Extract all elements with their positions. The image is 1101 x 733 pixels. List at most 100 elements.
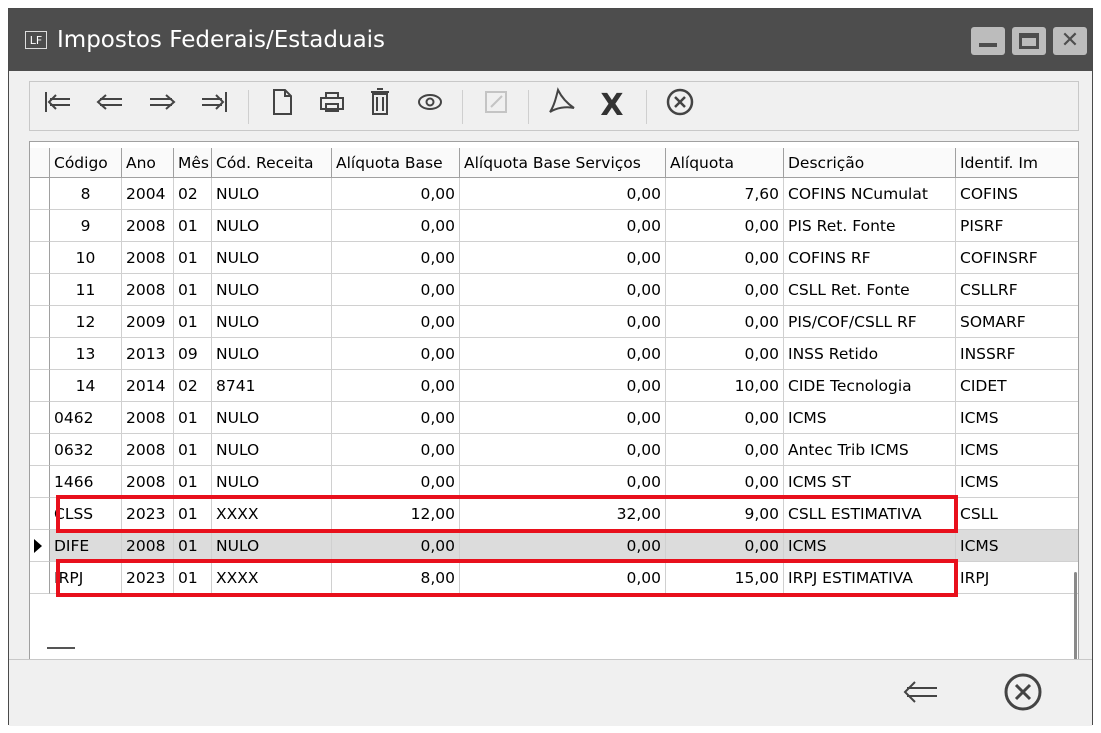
row-indicator[interactable] [30,530,50,562]
row-indicator[interactable] [30,434,50,466]
print-button[interactable] [312,86,352,126]
title-bar[interactable]: LF Impostos Federais/Estaduais ✕ [9,9,1092,71]
edit-button[interactable] [476,86,516,126]
table-cell[interactable]: INSSRF [956,338,1078,370]
row-indicator[interactable] [30,498,50,530]
table-cell[interactable]: PIS/COF/CSLL RF [784,306,956,338]
row-indicator[interactable] [30,402,50,434]
table-cell[interactable]: 0,00 [332,370,460,402]
table-cell[interactable]: 8741 [212,370,332,402]
table-cell[interactable]: 0,00 [666,210,784,242]
table-cell[interactable]: ICMS [784,402,956,434]
new-record-button[interactable] [262,86,302,126]
previous-record-button[interactable] [90,86,130,126]
table-cell[interactable]: 0,00 [332,466,460,498]
table-cell[interactable]: 0,00 [332,402,460,434]
table-row[interactable]: 14 2014 02 8741 0,00 0,00 10,00 CIDE Tecnologia… [30,370,1078,402]
table-row[interactable]: 12 2009 01 NULO 0,00 0,00 0,00 PIS/COF/CSLL RF S… [30,306,1078,338]
table-row[interactable]: 11 2008 01 NULO 0,00 0,00 0,00 CSLL Ret. Fonte C… [30,274,1078,306]
close-form-button[interactable] [999,670,1047,718]
table-cell[interactable]: CIDET [956,370,1078,402]
table-cell[interactable]: ICMS [956,402,1078,434]
table-cell[interactable]: 0,00 [460,530,666,562]
minimize-button[interactable] [971,27,1005,55]
table-cell[interactable]: 0,00 [460,434,666,466]
table-row[interactable]: 8 2004 02 NULO 0,00 0,00 7,60 COFINS NCumulat CO… [30,178,1078,210]
table-row[interactable]: 0632 2008 01 NULO 0,00 0,00 0,00 Antec Trib ICM… [30,434,1078,466]
row-indicator[interactable] [30,306,50,338]
table-cell[interactable]: 01 [174,274,212,306]
table-cell[interactable]: NULO [212,530,332,562]
table-cell[interactable]: 11 [50,274,122,306]
table-cell[interactable]: NULO [212,274,332,306]
table-cell[interactable]: 0,00 [460,338,666,370]
table-cell[interactable]: DIFE [50,530,122,562]
table-cell[interactable]: 01 [174,210,212,242]
table-cell[interactable]: 0,00 [332,306,460,338]
row-indicator[interactable] [30,178,50,210]
table-cell[interactable]: 0,00 [332,338,460,370]
table-cell[interactable]: NULO [212,210,332,242]
table-cell[interactable]: 2008 [122,530,174,562]
last-record-button[interactable] [194,86,234,126]
column-header[interactable]: Alíquota Base Serviços [460,148,666,178]
table-cell[interactable]: NULO [212,178,332,210]
table-cell[interactable]: ICMS [956,466,1078,498]
export-pdf-button[interactable] [542,86,582,126]
cancel-button[interactable] [660,86,700,126]
table-cell[interactable]: 0,00 [332,242,460,274]
maximize-button[interactable] [1012,27,1046,55]
table-cell[interactable]: SOMARF [956,306,1078,338]
table-cell[interactable]: 13 [50,338,122,370]
table-cell[interactable]: 0462 [50,402,122,434]
table-cell[interactable]: INSS Retido [784,338,956,370]
table-cell[interactable]: 01 [174,434,212,466]
first-record-button[interactable] [38,86,78,126]
row-indicator[interactable] [30,370,50,402]
table-cell[interactable]: 9 [50,210,122,242]
table-cell[interactable]: 2008 [122,242,174,274]
table-cell[interactable]: 10,00 [666,370,784,402]
table-cell[interactable]: 0,00 [460,306,666,338]
table-cell[interactable]: PIS Ret. Fonte [784,210,956,242]
table-cell[interactable]: CIDE Tecnologia [784,370,956,402]
table-cell[interactable]: 0,00 [460,210,666,242]
table-cell[interactable]: 2004 [122,178,174,210]
table-cell[interactable]: 0,00 [332,274,460,306]
table-cell[interactable]: 0,00 [666,530,784,562]
table-row[interactable]: 0462 2008 01 NULO 0,00 0,00 0,00 ICMS ICMS [30,402,1078,434]
column-header[interactable]: Descrição [784,148,956,178]
table-cell[interactable]: 0,00 [666,242,784,274]
column-header[interactable]: Alíquota [666,148,784,178]
table-cell[interactable]: 2009 [122,306,174,338]
row-indicator[interactable] [30,562,50,594]
column-header[interactable]: Código [50,148,122,178]
table-cell[interactable]: 10 [50,242,122,274]
table-cell[interactable]: 0,00 [332,434,460,466]
table-cell[interactable]: 0,00 [666,402,784,434]
table-cell[interactable]: 0,00 [666,306,784,338]
table-cell[interactable]: CSLLRF [956,274,1078,306]
table-cell[interactable]: 0,00 [666,466,784,498]
table-cell[interactable]: 01 [174,466,212,498]
table-cell[interactable]: NULO [212,434,332,466]
back-button[interactable] [897,670,945,718]
table-cell[interactable]: 14 [50,370,122,402]
table-cell[interactable]: ICMS ST [784,466,956,498]
table-cell[interactable]: COFINSRF [956,242,1078,274]
table-cell[interactable]: IRPJ [956,562,1078,594]
delete-button[interactable] [360,86,400,126]
table-cell[interactable]: 01 [174,306,212,338]
table-cell[interactable]: ICMS [784,530,956,562]
table-cell[interactable]: CSLL Ret. Fonte [784,274,956,306]
table-cell[interactable]: ICMS [956,434,1078,466]
table-cell[interactable]: ICMS [956,530,1078,562]
close-button[interactable]: ✕ [1053,27,1087,55]
table-cell[interactable]: COFINS RF [784,242,956,274]
table-cell[interactable]: 1466 [50,466,122,498]
table-cell[interactable]: 01 [174,530,212,562]
column-header[interactable]: Ano [122,148,174,178]
table-cell[interactable]: 2014 [122,370,174,402]
row-indicator[interactable] [30,210,50,242]
table-cell[interactable]: 02 [174,178,212,210]
